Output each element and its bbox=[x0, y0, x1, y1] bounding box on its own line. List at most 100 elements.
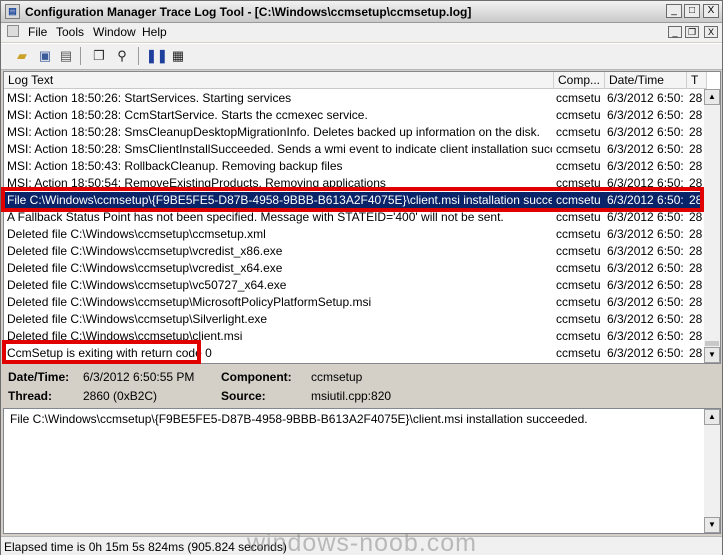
cell-date-time: 6/3/2012 6:50: bbox=[607, 91, 684, 105]
table-row[interactable]: Deleted file C:\Windows\ccmsetup\client.… bbox=[4, 328, 707, 345]
cell-date-time: 6/3/2012 6:50: bbox=[607, 176, 684, 190]
table-row[interactable]: MSI: Action 18:50:28: SmsCleanupDesktopM… bbox=[4, 124, 707, 141]
cell-log-text: Deleted file C:\Windows\ccmsetup\vcredis… bbox=[7, 244, 283, 258]
cell-component: ccmsetup bbox=[556, 295, 601, 309]
cell-component: ccmsetup bbox=[556, 91, 601, 105]
cell-component: ccmsetup bbox=[556, 210, 601, 224]
datetime-label: Date/Time: bbox=[8, 370, 70, 384]
cell-log-text: A Fallback Status Point has not been spe… bbox=[7, 210, 504, 224]
table-row[interactable]: Deleted file C:\Windows\ccmsetup\vc50727… bbox=[4, 277, 707, 294]
cell-date-time: 6/3/2012 6:50: bbox=[607, 346, 684, 360]
highlight-icon[interactable]: ▦ bbox=[169, 47, 187, 65]
scroll-thumb[interactable] bbox=[705, 341, 719, 346]
column-header-component[interactable]: Comp... bbox=[554, 72, 605, 89]
table-row[interactable]: MSI: Action 18:50:28: CcmStartService. S… bbox=[4, 107, 707, 124]
cell-date-time: 6/3/2012 6:50: bbox=[607, 125, 684, 139]
document-icon[interactable] bbox=[7, 25, 19, 37]
cell-date-time: 6/3/2012 6:50: bbox=[607, 329, 684, 343]
trace-log-window: ▤ Configuration Manager Trace Log Tool -… bbox=[0, 0, 723, 555]
menu-help[interactable]: Help bbox=[142, 25, 167, 39]
component-label: Component: bbox=[221, 370, 292, 384]
message-scroll-up-button[interactable]: ▲ bbox=[704, 409, 720, 425]
message-scrollbar[interactable]: ▲ ▼ bbox=[704, 409, 720, 533]
cell-log-text: Deleted file C:\Windows\ccmsetup\vc50727… bbox=[7, 278, 287, 292]
cell-date-time: 6/3/2012 6:50: bbox=[607, 227, 684, 241]
cell-component: ccmsetup bbox=[556, 125, 601, 139]
mdi-minimize-button[interactable]: _ bbox=[668, 26, 682, 38]
table-row[interactable]: MSI: Action 18:50:26: StartServices. Sta… bbox=[4, 90, 707, 107]
find-icon[interactable]: ⚲ bbox=[113, 47, 131, 65]
source-label: Source: bbox=[221, 389, 266, 403]
cell-date-time: 6/3/2012 6:50: bbox=[607, 193, 684, 207]
menu-tools[interactable]: Tools bbox=[56, 25, 84, 39]
cell-component: ccmsetup bbox=[556, 312, 601, 326]
title-bar[interactable]: ▤ Configuration Manager Trace Log Tool -… bbox=[1, 1, 722, 23]
maximize-button[interactable]: □ bbox=[684, 4, 700, 18]
cell-date-time: 6/3/2012 6:50: bbox=[607, 312, 684, 326]
component-value: ccmsetup bbox=[311, 370, 363, 384]
cell-log-text: MSI: Action 18:50:28: SmsClientInstallSu… bbox=[7, 142, 552, 156]
cell-component: ccmsetup bbox=[556, 108, 601, 122]
minimize-button[interactable]: _ bbox=[666, 4, 682, 18]
details-panel: Date/Time: 6/3/2012 6:50:55 PM Component… bbox=[1, 365, 722, 407]
cell-log-text: CcmSetup is exiting with return code 0 bbox=[7, 346, 212, 360]
table-row[interactable]: MSI: Action 18:50:54: RemoveExistingProd… bbox=[4, 175, 707, 192]
column-header-log-text[interactable]: Log Text bbox=[4, 72, 554, 89]
table-row[interactable]: Deleted file C:\Windows\ccmsetup\Silverl… bbox=[4, 311, 707, 328]
thread-label: Thread: bbox=[8, 389, 53, 403]
table-row[interactable]: File C:\Windows\ccmsetup\{F9BE5FE5-D87B-… bbox=[4, 192, 707, 209]
column-header-date-time[interactable]: Date/Time bbox=[605, 72, 687, 89]
table-row[interactable]: A Fallback Status Point has not been spe… bbox=[4, 209, 707, 226]
print-icon[interactable]: ▤ bbox=[57, 47, 75, 65]
cell-log-text: MSI: Action 18:50:43: RollbackCleanup. R… bbox=[7, 159, 343, 173]
menu-file[interactable]: File bbox=[28, 25, 47, 39]
table-row[interactable]: MSI: Action 18:50:28: SmsClientInstallSu… bbox=[4, 141, 707, 158]
copy-icon[interactable]: ❐ bbox=[90, 47, 108, 65]
mdi-restore-button[interactable]: ❐ bbox=[685, 26, 699, 38]
vertical-scrollbar[interactable]: ▲ ▼ bbox=[704, 89, 720, 363]
message-scroll-down-button[interactable]: ▼ bbox=[704, 517, 720, 533]
app-icon: ▤ bbox=[5, 4, 20, 19]
watermark: windows-noob.com bbox=[247, 529, 477, 555]
cell-component: ccmsetup bbox=[556, 176, 601, 190]
toolbar bbox=[1, 43, 722, 70]
cell-log-text: Deleted file C:\Windows\ccmsetup\vcredis… bbox=[7, 261, 283, 275]
cell-component: ccmsetup bbox=[556, 227, 601, 241]
pause-icon[interactable]: ❚❚ bbox=[146, 47, 168, 65]
cell-component: ccmsetup bbox=[556, 261, 601, 275]
window-title: Configuration Manager Trace Log Tool - [… bbox=[25, 5, 472, 19]
cell-date-time: 6/3/2012 6:50: bbox=[607, 142, 684, 156]
cell-component: ccmsetup bbox=[556, 142, 601, 156]
message-pane[interactable]: File C:\Windows\ccmsetup\{F9BE5FE5-D87B-… bbox=[3, 408, 721, 534]
source-value: msiutil.cpp:820 bbox=[311, 389, 392, 403]
cell-date-time: 6/3/2012 6:50: bbox=[607, 244, 684, 258]
cell-date-time: 6/3/2012 6:50: bbox=[607, 108, 684, 122]
cell-log-text: MSI: Action 18:50:28: SmsCleanupDesktopM… bbox=[7, 125, 540, 139]
cell-date-time: 6/3/2012 6:50: bbox=[607, 210, 684, 224]
datetime-value: 6/3/2012 6:50:55 PM bbox=[83, 370, 195, 384]
list-header: Log Text Comp... Date/Time T bbox=[4, 72, 707, 89]
print-preview-icon[interactable]: ▣ bbox=[36, 47, 54, 65]
table-row[interactable]: Deleted file C:\Windows\ccmsetup\vcredis… bbox=[4, 243, 707, 260]
column-header-thread[interactable]: T bbox=[687, 72, 707, 89]
open-icon[interactable]: ▰ bbox=[13, 47, 31, 65]
scroll-up-button[interactable]: ▲ bbox=[704, 89, 720, 105]
mdi-close-button[interactable]: X bbox=[704, 26, 718, 38]
cell-component: ccmsetup bbox=[556, 329, 601, 343]
scroll-down-button[interactable]: ▼ bbox=[704, 347, 720, 363]
cell-log-text: MSI: Action 18:50:26: StartServices. Sta… bbox=[7, 91, 292, 105]
table-row[interactable]: MSI: Action 18:50:43: RollbackCleanup. R… bbox=[4, 158, 707, 175]
cell-date-time: 6/3/2012 6:50: bbox=[607, 261, 684, 275]
cell-component: ccmsetup bbox=[556, 159, 601, 173]
thread-value: 2860 (0xB2C) bbox=[83, 389, 158, 403]
close-button[interactable]: X bbox=[703, 4, 719, 18]
menu-window[interactable]: Window bbox=[93, 25, 136, 39]
log-list[interactable]: Log Text Comp... Date/Time T MSI: Action… bbox=[3, 71, 721, 364]
cell-log-text: File C:\Windows\ccmsetup\{F9BE5FE5-D87B-… bbox=[7, 193, 552, 207]
table-row[interactable]: CcmSetup is exiting with return code 0 cc… bbox=[4, 345, 707, 362]
table-row[interactable]: Deleted file C:\Windows\ccmsetup\vcredis… bbox=[4, 260, 707, 277]
table-row[interactable]: Deleted file C:\Windows\ccmsetup\Microso… bbox=[4, 294, 707, 311]
cell-log-text: MSI: Action 18:50:28: CcmStartService. S… bbox=[7, 108, 368, 122]
cell-log-text: Deleted file C:\Windows\ccmsetup\client.… bbox=[7, 329, 243, 343]
table-row[interactable]: Deleted file C:\Windows\ccmsetup\ccmsetu… bbox=[4, 226, 707, 243]
